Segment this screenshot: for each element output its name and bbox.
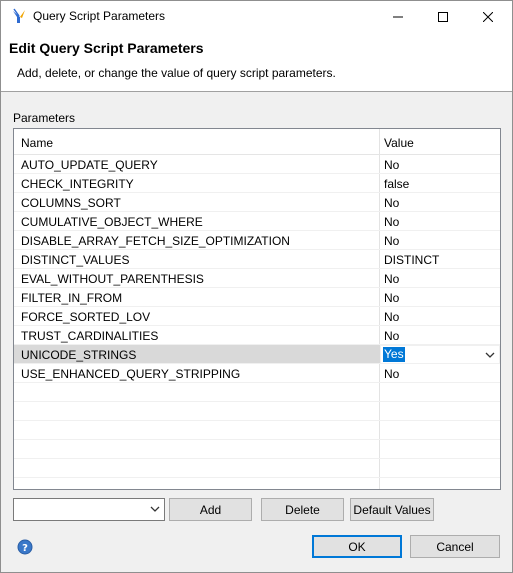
param-value[interactable]: false — [384, 177, 409, 191]
app-logo-icon — [11, 8, 27, 24]
param-value[interactable]: No — [384, 196, 399, 210]
value-dropdown-text[interactable]: Yes — [383, 347, 405, 362]
value-dropdown[interactable]: Yes — [380, 345, 500, 364]
param-value[interactable]: No — [384, 215, 399, 229]
table-row-empty — [14, 459, 500, 478]
table-row[interactable]: EVAL_WITHOUT_PARENTHESIS No — [14, 269, 500, 288]
table-row-selected[interactable]: UNICODE_STRINGS Yes — [14, 345, 500, 364]
header-divider — [1, 91, 512, 92]
parameters-table: Name Value AUTO_UPDATE_QUERY No CHECK_IN… — [13, 128, 501, 490]
close-icon — [482, 11, 493, 22]
param-value[interactable]: DISTINCT — [384, 253, 439, 267]
chevron-down-icon[interactable] — [483, 348, 497, 362]
maximize-button[interactable] — [420, 1, 465, 32]
param-name: COLUMNS_SORT — [21, 196, 121, 210]
table-row-empty — [14, 383, 500, 402]
param-value[interactable]: No — [384, 291, 399, 305]
table-row[interactable]: AUTO_UPDATE_QUERY No — [14, 155, 500, 174]
help-icon[interactable]: ? — [17, 539, 33, 555]
table-row[interactable]: USE_ENHANCED_QUERY_STRIPPING No — [14, 364, 500, 383]
table-header: Name Value — [14, 129, 500, 155]
delete-button[interactable]: Delete — [261, 498, 344, 521]
table-row[interactable]: CHECK_INTEGRITY false — [14, 174, 500, 193]
table-row-empty — [14, 440, 500, 459]
table-body: AUTO_UPDATE_QUERY No CHECK_INTEGRITY fal… — [14, 155, 500, 489]
param-name: FILTER_IN_FROM — [21, 291, 123, 305]
table-row[interactable]: FORCE_SORTED_LOV No — [14, 307, 500, 326]
dialog-header: Edit Query Script Parameters Add, delete… — [1, 32, 512, 91]
chevron-down-icon[interactable] — [149, 503, 161, 515]
dialog-description: Add, delete, or change the value of quer… — [17, 66, 336, 80]
table-row-empty — [14, 478, 500, 489]
title-bar: Query Script Parameters — [1, 1, 512, 32]
minimize-icon — [392, 16, 403, 17]
table-row[interactable]: TRUST_CARDINALITIES No — [14, 326, 500, 345]
param-name: CHECK_INTEGRITY — [21, 177, 134, 191]
param-name: EVAL_WITHOUT_PARENTHESIS — [21, 272, 204, 286]
column-header-value[interactable]: Value — [384, 136, 414, 150]
parameters-label: Parameters — [13, 111, 76, 125]
param-name: AUTO_UPDATE_QUERY — [21, 158, 158, 172]
maximize-icon — [437, 11, 448, 22]
column-header-name[interactable]: Name — [21, 136, 53, 150]
table-row[interactable]: COLUMNS_SORT No — [14, 193, 500, 212]
add-button[interactable]: Add — [169, 498, 252, 521]
param-value[interactable]: No — [384, 158, 399, 172]
ok-button[interactable]: OK — [312, 535, 402, 558]
param-value[interactable]: No — [384, 367, 399, 381]
table-row-empty — [14, 421, 500, 440]
param-name: UNICODE_STRINGS — [21, 348, 137, 362]
minimize-button[interactable] — [375, 1, 420, 32]
dialog-window: Query Script Parameters Edit Query Scrip… — [0, 0, 513, 573]
param-value[interactable]: No — [384, 329, 399, 343]
dialog-heading: Edit Query Script Parameters — [9, 40, 204, 56]
param-value[interactable]: No — [384, 234, 399, 248]
param-name: TRUST_CARDINALITIES — [21, 329, 159, 343]
param-name: DISABLE_ARRAY_FETCH_SIZE_OPTIMIZATION — [21, 234, 290, 248]
table-row[interactable]: DISTINCT_VALUES DISTINCT — [14, 250, 500, 269]
param-name: DISTINCT_VALUES — [21, 253, 130, 267]
table-row[interactable]: FILTER_IN_FROM No — [14, 288, 500, 307]
table-row[interactable]: DISABLE_ARRAY_FETCH_SIZE_OPTIMIZATION No — [14, 231, 500, 250]
param-value[interactable]: No — [384, 310, 399, 324]
table-row[interactable]: CUMULATIVE_OBJECT_WHERE No — [14, 212, 500, 231]
svg-text:?: ? — [22, 543, 28, 554]
param-name: USE_ENHANCED_QUERY_STRIPPING — [21, 367, 241, 381]
table-row-empty — [14, 402, 500, 421]
close-button[interactable] — [465, 1, 510, 32]
param-value[interactable]: No — [384, 272, 399, 286]
param-name: FORCE_SORTED_LOV — [21, 310, 151, 324]
parameter-name-combo[interactable] — [13, 498, 165, 521]
default-values-button[interactable]: Default Values — [350, 498, 434, 521]
cancel-button[interactable]: Cancel — [410, 535, 500, 558]
window-title: Query Script Parameters — [33, 9, 166, 23]
param-name: CUMULATIVE_OBJECT_WHERE — [21, 215, 203, 229]
